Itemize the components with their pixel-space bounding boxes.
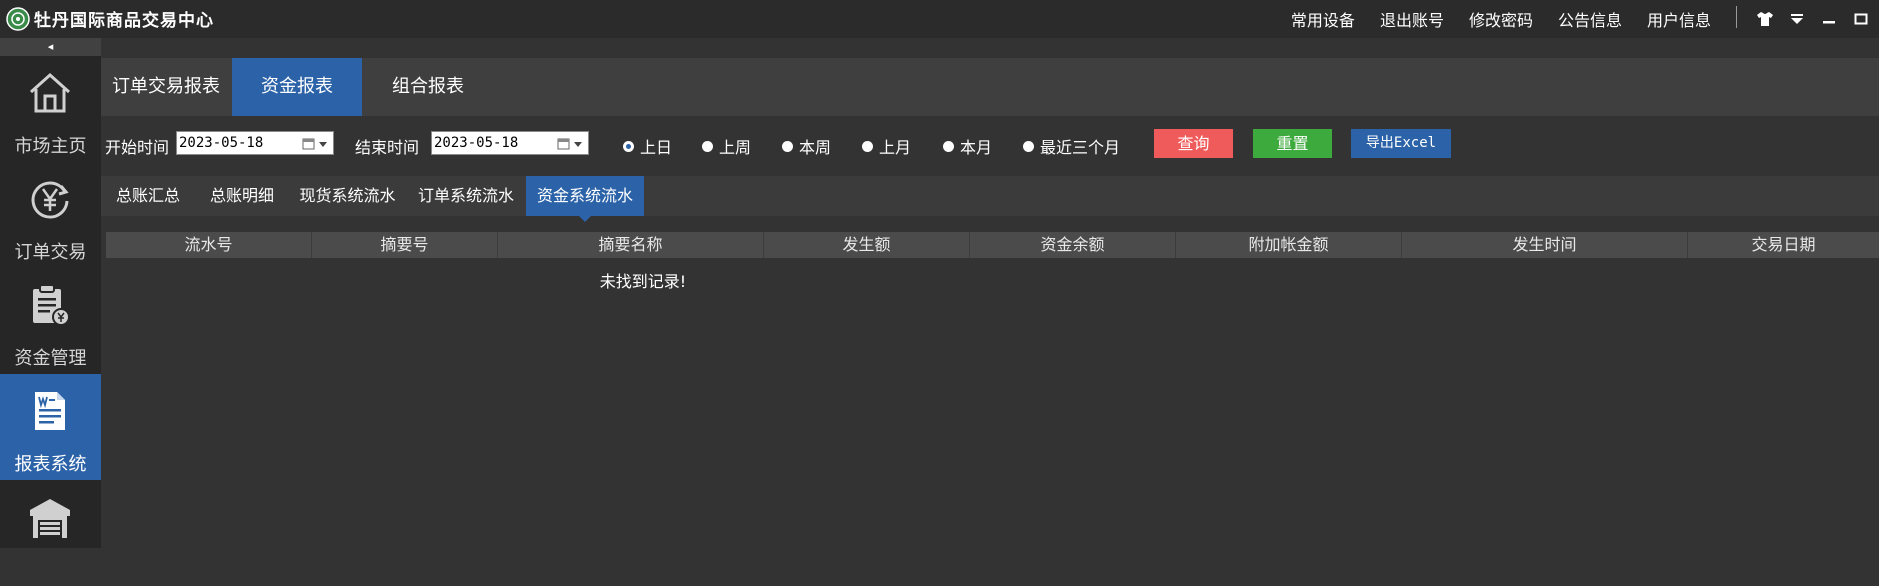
sidebar-item-fund-management[interactable]: 资金管理: [0, 268, 101, 374]
column-header[interactable]: 发生时间: [1402, 232, 1688, 258]
warehouse-icon: [30, 499, 70, 538]
tab-combination-report[interactable]: 组合报表: [363, 58, 493, 116]
fund-clipboard-icon: [33, 284, 70, 326]
radio-previous-day[interactable]: 上日: [623, 134, 672, 158]
column-header[interactable]: 交易日期: [1688, 232, 1879, 258]
table-header: 流水号 摘要号 摘要名称 发生额 资金余额 附加帐金额 发生时间 交易日期: [106, 232, 1879, 258]
shirt-icon[interactable]: [1750, 4, 1780, 34]
column-header[interactable]: 附加帐金额: [1176, 232, 1402, 258]
end-date-input[interactable]: [434, 133, 554, 153]
column-header[interactable]: 资金余额: [970, 232, 1176, 258]
ledger-subtabs: 总账汇总 总账明细 现货系统流水 订单系统流水 资金系统流水: [101, 176, 1879, 222]
title-bar: 牡丹国际商品交易中心 常用设备 退出账号 修改密码 公告信息 用户信息: [0, 0, 1879, 39]
toolbar-divider: [1736, 6, 1737, 28]
tab-fund-report[interactable]: 资金报表: [232, 58, 362, 116]
menu-logout[interactable]: 退出账号: [1380, 7, 1444, 31]
logo-emblem-icon: [6, 6, 30, 31]
start-time-label: 开始时间: [105, 138, 170, 157]
empty-message: 未找到记录!: [599, 272, 687, 291]
sidebar: ◂ 市场主页 订单交易 资金管理 报表系统: [0, 38, 101, 548]
radio-dot[interactable]: [702, 140, 713, 152]
report-tabs: 订单交易报表 资金报表 组合报表: [101, 58, 1879, 116]
start-date-field[interactable]: [176, 131, 334, 155]
export-excel-button[interactable]: 导出Excel: [1351, 129, 1451, 158]
sidebar-item-label: 报表系统: [14, 454, 87, 475]
sidebar-item-order-trading[interactable]: 订单交易: [0, 162, 101, 268]
subtab-ledger-detail[interactable]: 总账明细: [196, 176, 288, 216]
menu-announcements[interactable]: 公告信息: [1558, 7, 1622, 31]
maximize-icon[interactable]: [1846, 4, 1876, 34]
menu-user-info[interactable]: 用户信息: [1647, 7, 1711, 31]
radio-last-month[interactable]: 上月: [862, 134, 911, 158]
subtab-ledger-summary[interactable]: 总账汇总: [101, 176, 195, 216]
radio-dot[interactable]: [862, 140, 873, 152]
end-time-label: 结束时间: [355, 138, 420, 157]
sidebar-item-label: 订单交易: [14, 242, 87, 263]
end-date-field[interactable]: [431, 131, 589, 155]
sidebar-item-report-system[interactable]: 报表系统: [0, 374, 101, 480]
column-header[interactable]: 摘要名称: [498, 232, 764, 258]
radio-last-three-months[interactable]: 最近三个月: [1023, 134, 1120, 158]
home-icon: [29, 72, 71, 113]
fund-flow-table: 流水号 摘要号 摘要名称 发生额 资金余额 附加帐金额 发生时间 交易日期 未找…: [106, 232, 1879, 291]
sidebar-item-warehouse[interactable]: [0, 480, 101, 586]
radio-last-week[interactable]: 上周: [702, 134, 751, 158]
query-button[interactable]: 查询: [1154, 129, 1233, 158]
radio-dot[interactable]: [782, 140, 793, 152]
report-document-icon: [35, 392, 65, 430]
radio-this-month[interactable]: 本月: [943, 134, 992, 158]
column-header[interactable]: 发生额: [764, 232, 970, 258]
dropdown-icon[interactable]: [1782, 4, 1812, 34]
subtab-spot-system-flow[interactable]: 现货系统流水: [289, 176, 406, 216]
radio-this-week[interactable]: 本周: [782, 134, 831, 158]
tab-order-trading-report[interactable]: 订单交易报表: [101, 58, 231, 116]
sidebar-item-label: 市场主页: [14, 136, 87, 157]
reset-button[interactable]: 重置: [1253, 129, 1332, 158]
yen-exchange-icon: [31, 181, 69, 219]
sidebar-item-label: 资金管理: [14, 348, 87, 369]
radio-dot[interactable]: [1023, 140, 1034, 152]
menu-change-password[interactable]: 修改密码: [1469, 7, 1533, 31]
app-logo: 牡丹国际商品交易中心: [6, 6, 214, 31]
radio-dot[interactable]: [943, 140, 954, 152]
start-date-input[interactable]: [179, 133, 299, 153]
sidebar-item-market-home[interactable]: 市场主页: [0, 56, 101, 162]
column-header[interactable]: 流水号: [106, 232, 312, 258]
radio-dot[interactable]: [623, 140, 634, 152]
menu-common-devices[interactable]: 常用设备: [1291, 7, 1355, 31]
calendar-dropdown-icon[interactable]: [556, 136, 584, 152]
calendar-dropdown-icon[interactable]: [301, 136, 329, 152]
minimize-icon[interactable]: [1814, 4, 1844, 34]
subtab-order-system-flow[interactable]: 订单系统流水: [407, 176, 525, 216]
column-header[interactable]: 摘要号: [312, 232, 498, 258]
filter-bar: 开始时间 结束时间 上日: [101, 116, 1879, 176]
sidebar-collapse-button[interactable]: ◂: [0, 38, 101, 56]
app-title: 牡丹国际商品交易中心: [34, 11, 214, 31]
main-content: 订单交易报表 资金报表 组合报表 开始时间 结束时间: [101, 38, 1879, 548]
subtab-fund-system-flow[interactable]: 资金系统流水: [526, 176, 644, 222]
